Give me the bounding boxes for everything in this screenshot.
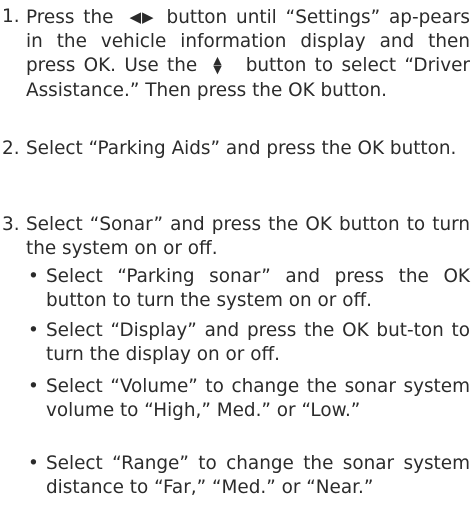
step-text: Press the ◀▶ button until “Settings” ap-pe… <box>26 5 470 103</box>
bullet-text: Select “Volume” to change the sonar syst… <box>46 376 470 422</box>
step-text: Select “Sonar” and press the OK button t… <box>26 214 470 260</box>
bullet-item: • Select “Volume” to change the sonar sy… <box>26 375 470 423</box>
bullet-item: • Select “Display” and press the OK but-… <box>26 319 470 367</box>
bullet-text: Select “Display” and press the OK but-to… <box>46 320 470 366</box>
step-1-text-part-1: Press the <box>26 7 114 28</box>
instruction-page: 1. Press the ◀▶ button until “Settings” ap… <box>0 0 474 529</box>
bullet-item: • Select “Parking sonar” and press the O… <box>26 265 470 313</box>
up-down-arrows-icon: ▲ ▼ <box>213 54 222 77</box>
step-number: 2. <box>2 138 20 159</box>
bullet-symbol: • <box>28 266 39 287</box>
bullet-symbol: • <box>28 376 39 397</box>
step-2: 2. Select “Parking Aids” and press the O… <box>2 137 470 161</box>
step-3: 3. Select “Sonar” and press the OK butto… <box>2 213 470 261</box>
step-number: 3. <box>2 214 20 235</box>
bullet-item: • Select “Range” to change the sonar sys… <box>26 452 470 500</box>
bullet-symbol: • <box>28 453 39 474</box>
bullet-symbol: • <box>28 320 39 341</box>
bullet-text: Select “Parking sonar” and press the OK … <box>46 266 470 312</box>
step-text: Select “Parking Aids” and press the OK b… <box>26 138 457 159</box>
bullet-text: Select “Range” to change the sonar syste… <box>46 453 470 499</box>
step-1: 1. Press the ◀▶ button until “Settings” ap… <box>2 5 470 103</box>
left-right-arrows-icon: ◀▶ <box>129 8 155 26</box>
step-number: 1. <box>2 6 20 27</box>
